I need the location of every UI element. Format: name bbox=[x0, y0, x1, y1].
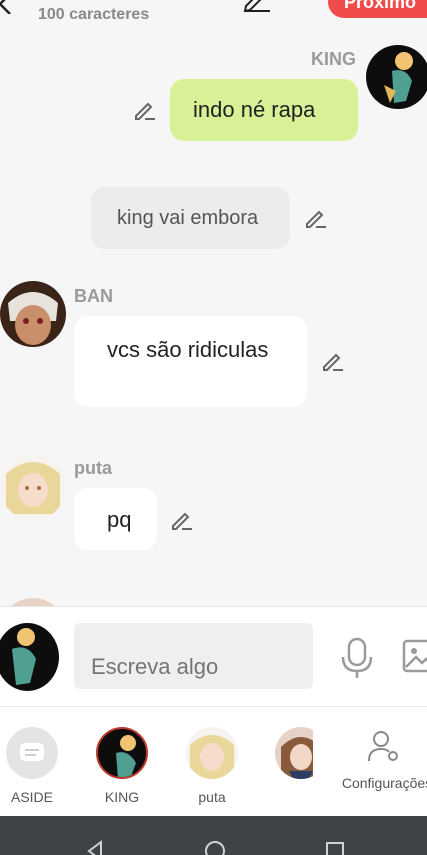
tab-label: Configurações bbox=[341, 775, 427, 791]
tab-aside[interactable]: ASIDE bbox=[0, 707, 77, 817]
edit-message-icon[interactable] bbox=[170, 508, 194, 532]
top-bar: 100 caracteres Próximo bbox=[0, 0, 427, 30]
message-bubble-own[interactable]: indo né rapa bbox=[170, 79, 358, 141]
edit-title-icon[interactable] bbox=[242, 0, 272, 12]
tab-label: puta bbox=[198, 789, 226, 805]
edit-message-icon[interactable] bbox=[321, 349, 345, 373]
current-user-avatar[interactable] bbox=[0, 623, 59, 691]
tab-label: puta bbox=[290, 789, 313, 805]
king-avatar[interactable] bbox=[366, 45, 427, 109]
nav-back-icon[interactable] bbox=[85, 840, 107, 855]
ban-avatar[interactable] bbox=[0, 281, 66, 347]
edit-message-icon[interactable] bbox=[304, 206, 328, 230]
puta-avatar[interactable] bbox=[0, 454, 66, 520]
nav-home-icon[interactable] bbox=[204, 840, 226, 855]
message-author: puta bbox=[74, 458, 112, 478]
chat-area[interactable]: KING indo né rapa king vai embora BAN vc… bbox=[0, 30, 427, 606]
system-nav-bar bbox=[0, 816, 427, 855]
king-tab-avatar bbox=[96, 727, 148, 779]
char-limit-label: 100 caracteres bbox=[38, 6, 150, 23]
image-icon[interactable] bbox=[402, 639, 427, 673]
message-bubble[interactable]: pq bbox=[74, 488, 157, 550]
aside-icon bbox=[6, 727, 58, 779]
next-message-avatar bbox=[0, 598, 66, 606]
message-bubble-system[interactable]: king vai embora bbox=[91, 187, 290, 249]
puta-tab-avatar bbox=[186, 727, 238, 779]
back-arrow-icon[interactable] bbox=[0, 0, 18, 14]
tab-puta[interactable]: puta bbox=[167, 707, 257, 817]
tab-puta-2[interactable]: puta bbox=[257, 707, 313, 817]
message-author: KING bbox=[311, 49, 356, 69]
nav-recents-icon[interactable] bbox=[324, 840, 346, 855]
message-composer bbox=[0, 606, 427, 706]
tab-king[interactable]: KING bbox=[77, 707, 167, 817]
message-input[interactable] bbox=[74, 623, 313, 689]
edit-message-icon[interactable] bbox=[133, 98, 157, 122]
message-bubble[interactable]: vcs são ridiculas bbox=[74, 316, 307, 407]
user-settings-icon bbox=[368, 731, 398, 762]
puta-2-tab-avatar bbox=[275, 727, 313, 779]
next-button[interactable]: Próximo bbox=[328, 0, 427, 18]
tab-label: ASIDE bbox=[10, 789, 53, 805]
microphone-icon[interactable] bbox=[340, 637, 374, 679]
tab-label: KING bbox=[104, 789, 140, 805]
bottom-tab-bar: ASIDE KING puta puta bbox=[0, 706, 427, 816]
message-author: BAN bbox=[74, 286, 113, 306]
tab-settings[interactable]: Configurações bbox=[337, 707, 427, 817]
